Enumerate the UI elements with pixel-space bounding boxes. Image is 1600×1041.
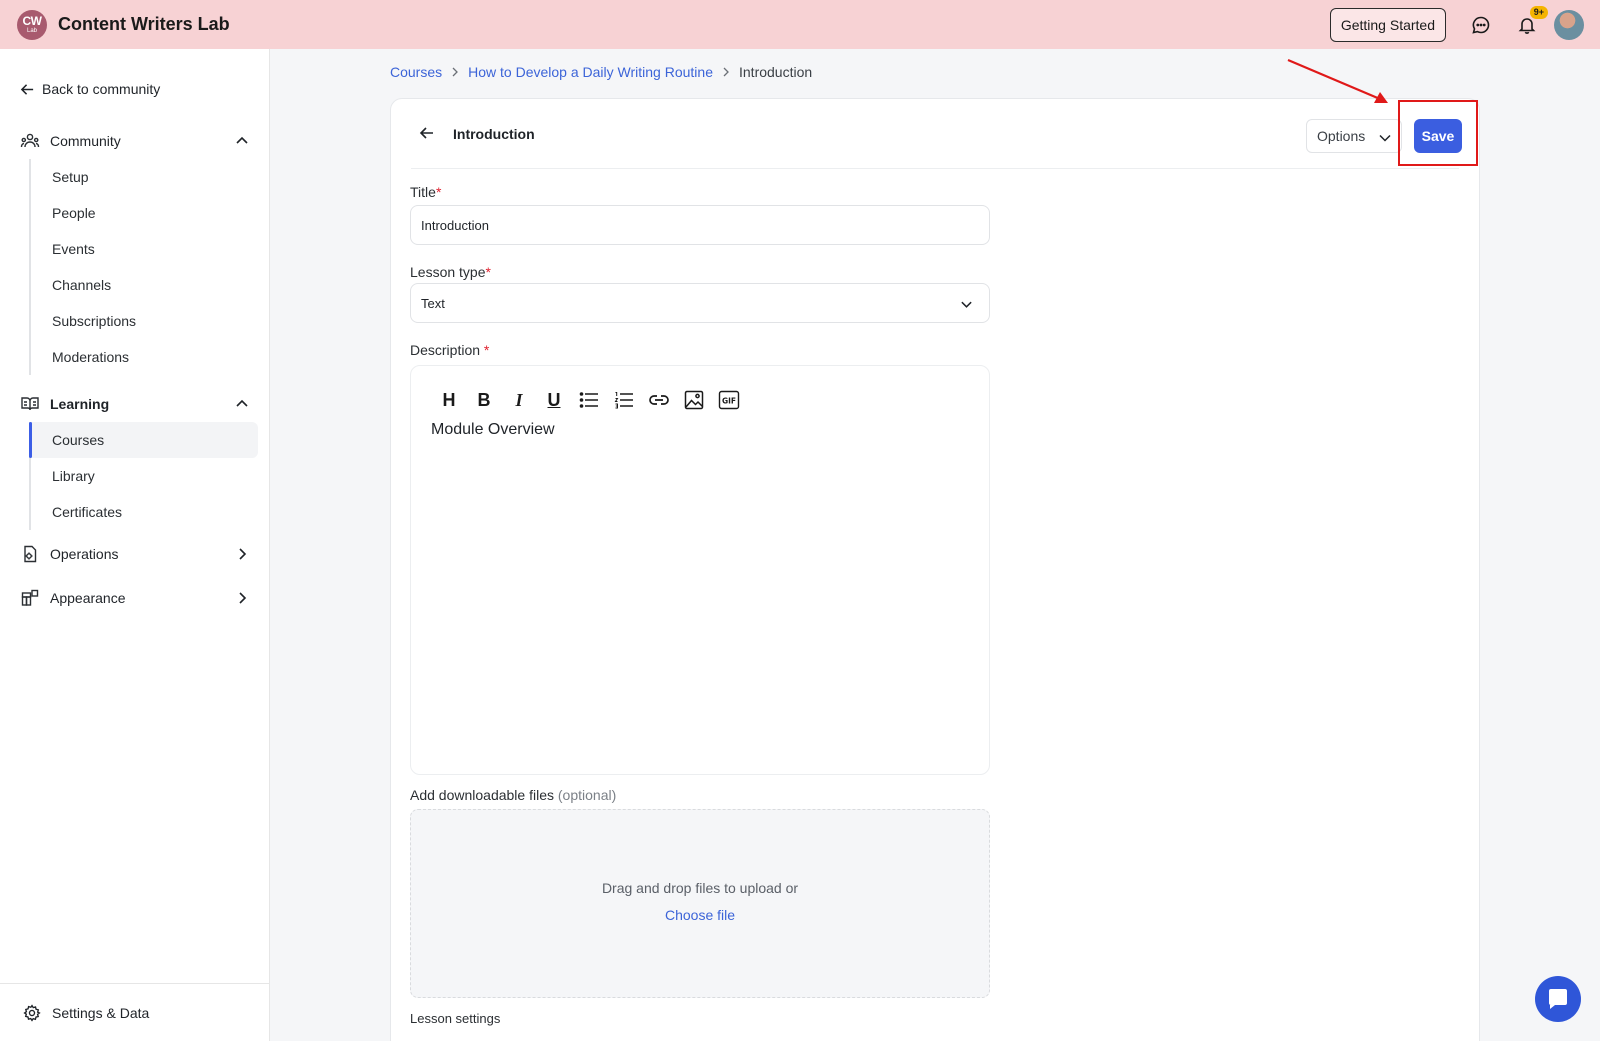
sidebar: Back to community Community Setup People… xyxy=(0,49,270,1041)
editor-toolbar: H B I U GIF xyxy=(437,388,752,412)
breadcrumb-current: Introduction xyxy=(739,64,813,80)
sidebar-item-setup[interactable]: Setup xyxy=(31,159,258,195)
annotation-arrow xyxy=(1287,58,1388,103)
sidebar-item-courses[interactable]: Courses xyxy=(29,422,258,458)
file-dropzone[interactable]: Drag and drop files to upload or Choose … xyxy=(410,809,990,998)
downloadable-files-label: Add downloadable files (optional) xyxy=(410,787,617,803)
sidebar-section-appearance[interactable]: Appearance xyxy=(20,586,250,610)
sidebar-item-people[interactable]: People xyxy=(31,195,258,231)
breadcrumb-courses[interactable]: Courses xyxy=(390,64,442,80)
description-editor[interactable]: H B I U GIF Module Overview xyxy=(410,365,990,775)
operations-icon xyxy=(20,544,40,564)
community-subnav: Setup People Events Channels Subscriptio… xyxy=(29,159,258,375)
chevron-up-icon xyxy=(236,136,248,144)
chat-icon[interactable] xyxy=(1470,14,1492,36)
editor-content[interactable]: Module Overview xyxy=(431,421,555,439)
lesson-settings-label: Lesson settings xyxy=(410,1011,501,1026)
top-actions: Getting Started 9+ xyxy=(1329,0,1584,49)
underline-icon[interactable]: U xyxy=(542,388,566,412)
top-bar: CW Lab Content Writers Lab Getting Start… xyxy=(0,0,1600,49)
dropzone-text: Drag and drop files to upload or xyxy=(601,880,799,896)
heading-icon[interactable]: H xyxy=(437,388,461,412)
sidebar-item-moderations[interactable]: Moderations xyxy=(31,339,258,375)
user-avatar[interactable] xyxy=(1554,9,1584,40)
chevron-right-icon xyxy=(239,592,247,604)
chat-bubble-icon xyxy=(1549,989,1567,1009)
link-icon[interactable] xyxy=(647,388,671,412)
lesson-title-heading: Introduction xyxy=(453,126,535,142)
sidebar-item-subscriptions[interactable]: Subscriptions xyxy=(31,303,258,339)
options-dropdown[interactable]: Options xyxy=(1306,119,1402,153)
sidebar-item-library[interactable]: Library xyxy=(31,458,258,494)
back-arrow-icon[interactable] xyxy=(419,125,435,146)
sidebar-item-certificates[interactable]: Certificates xyxy=(31,494,258,530)
arrow-left-icon xyxy=(20,83,34,95)
gear-icon xyxy=(23,1003,41,1022)
sidebar-section-operations[interactable]: Operations xyxy=(20,542,250,566)
lesson-editor-card: Introduction Options Save Title* Introdu… xyxy=(390,98,1480,1041)
learning-subnav: Courses Library Certificates xyxy=(29,422,258,530)
bold-icon[interactable]: B xyxy=(472,388,496,412)
breadcrumb-course[interactable]: How to Develop a Daily Writing Routine xyxy=(468,64,713,80)
chevron-up-icon xyxy=(236,399,248,407)
sidebar-item-channels[interactable]: Channels xyxy=(31,267,258,303)
italic-icon[interactable]: I xyxy=(507,388,531,412)
getting-started-button[interactable]: Getting Started xyxy=(1329,7,1446,42)
breadcrumb: Courses How to Develop a Daily Writing R… xyxy=(390,64,812,80)
community-icon xyxy=(20,131,40,151)
chevron-down-icon xyxy=(961,301,972,308)
community-name[interactable]: Content Writers Lab xyxy=(58,14,230,35)
annotation-highlight-box xyxy=(1398,100,1478,166)
chevron-right-icon xyxy=(239,548,247,560)
sidebar-item-events[interactable]: Events xyxy=(31,231,258,267)
title-input[interactable]: Introduction xyxy=(410,205,990,245)
chevron-right-icon xyxy=(450,67,460,77)
numbered-list-icon[interactable] xyxy=(612,388,636,412)
support-chat-button[interactable] xyxy=(1535,976,1581,1022)
chevron-right-icon xyxy=(721,67,731,77)
book-icon xyxy=(20,394,40,414)
gif-icon[interactable]: GIF xyxy=(717,388,741,412)
community-logo[interactable]: CW Lab xyxy=(17,9,47,40)
description-label: Description * xyxy=(410,342,490,358)
image-icon[interactable] xyxy=(682,388,706,412)
bell-icon[interactable]: 9+ xyxy=(1516,5,1548,36)
chevron-down-icon xyxy=(1379,134,1391,142)
title-label: Title* xyxy=(410,184,442,200)
back-to-community-link[interactable]: Back to community xyxy=(20,81,160,97)
svg-text:GIF: GIF xyxy=(722,397,736,406)
settings-and-data-link[interactable]: Settings & Data xyxy=(0,983,269,1041)
sidebar-section-community[interactable]: Community xyxy=(20,129,250,153)
lesson-type-label: Lesson type* xyxy=(410,264,491,280)
appearance-icon xyxy=(20,588,40,608)
lesson-type-select[interactable]: Text xyxy=(410,283,990,323)
notification-badge: 9+ xyxy=(1529,5,1548,19)
sidebar-section-learning[interactable]: Learning xyxy=(20,392,250,416)
bullet-list-icon[interactable] xyxy=(577,388,601,412)
choose-file-link[interactable]: Choose file xyxy=(411,907,989,923)
